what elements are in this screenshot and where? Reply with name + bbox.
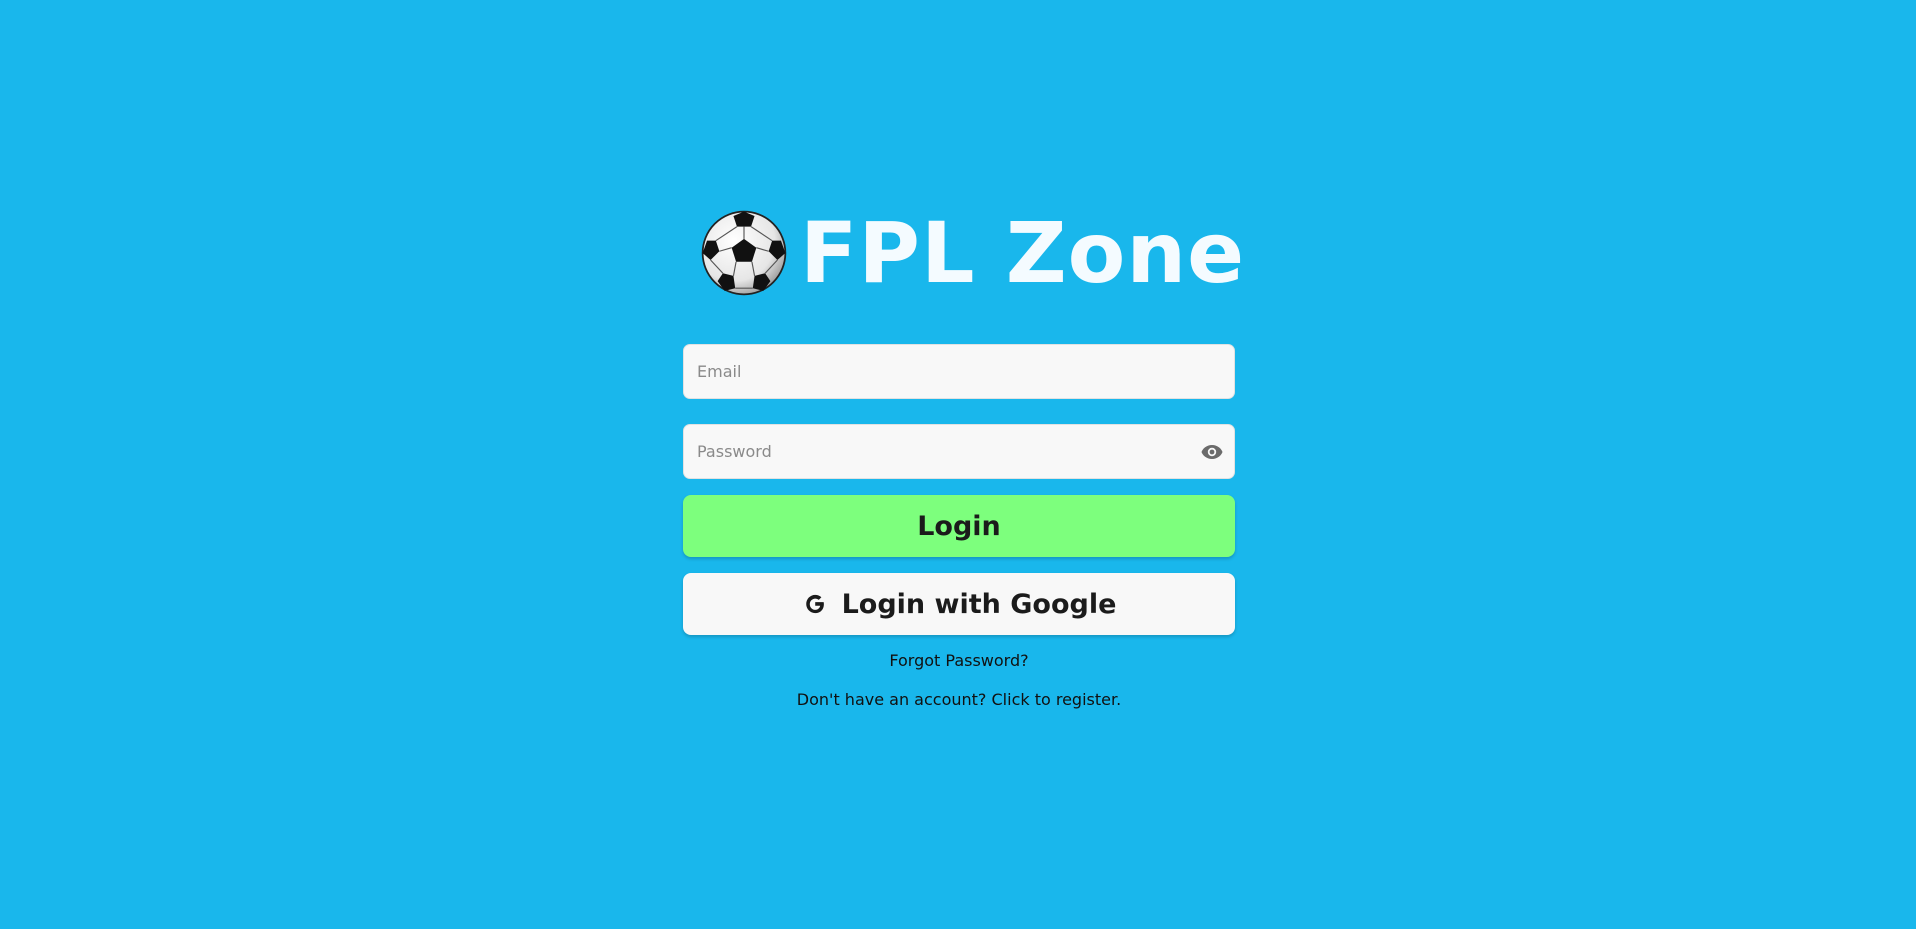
eye-icon[interactable] xyxy=(1200,440,1224,464)
login-form: Login Login with Google Forgot Password?… xyxy=(683,344,1235,709)
email-input[interactable] xyxy=(684,345,1234,398)
password-input[interactable] xyxy=(684,425,1234,478)
login-page: FPL Zone Login Login with Google Forgot … xyxy=(0,0,1916,929)
app-title: FPL Zone xyxy=(800,204,1246,302)
auth-links: Forgot Password? Don't have an account? … xyxy=(683,651,1235,709)
login-button-label: Login xyxy=(917,510,1001,542)
password-field-container xyxy=(683,424,1235,479)
google-g-icon xyxy=(805,594,824,614)
brand-header: FPL Zone xyxy=(700,203,1245,303)
google-button-label: Login with Google xyxy=(841,588,1117,620)
login-button[interactable]: Login xyxy=(683,495,1235,557)
login-with-google-button[interactable]: Login with Google xyxy=(683,573,1235,635)
register-link[interactable]: Don't have an account? Click to register… xyxy=(797,690,1121,709)
forgot-password-link[interactable]: Forgot Password? xyxy=(889,651,1028,670)
email-field-container xyxy=(683,344,1235,399)
soccer-ball-icon xyxy=(701,210,787,296)
